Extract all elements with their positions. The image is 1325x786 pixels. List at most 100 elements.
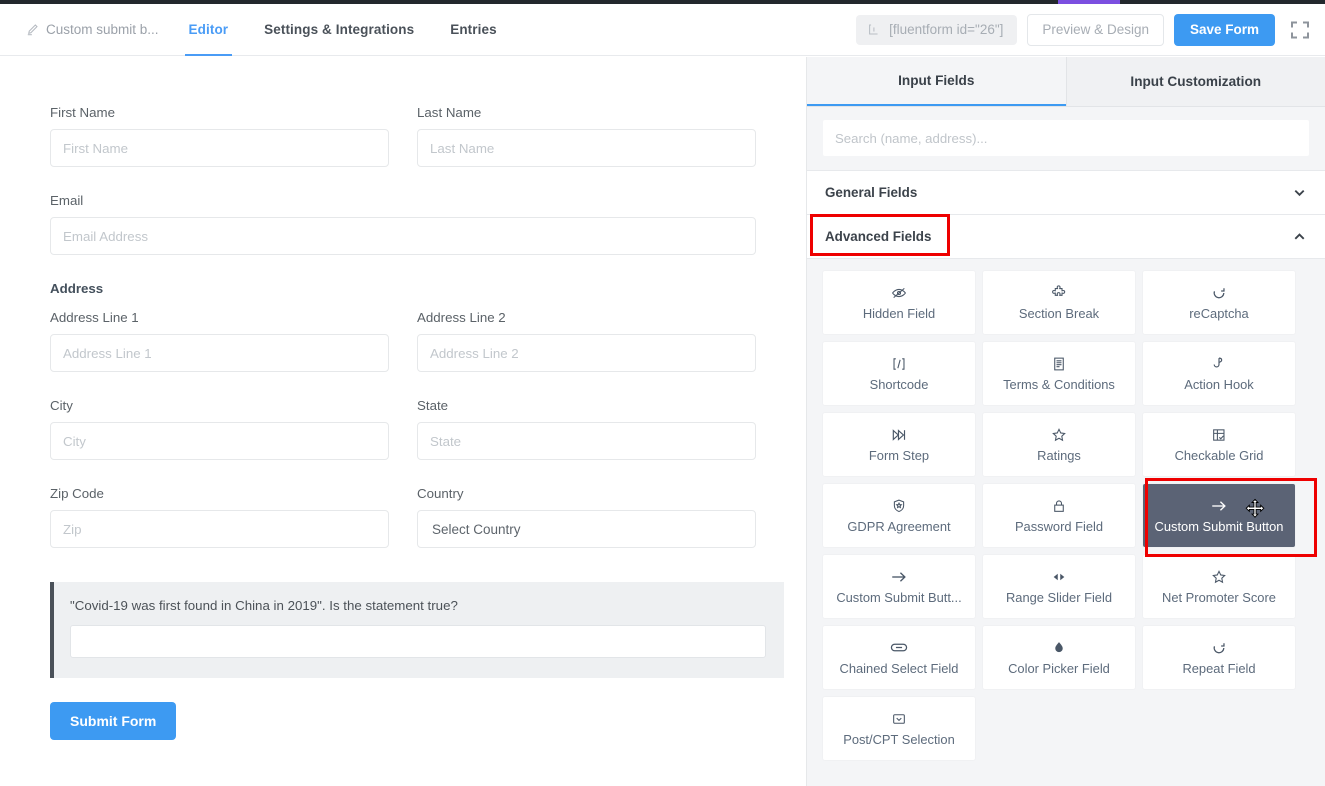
form-canvas: First Name Last Name Email Address Addre… <box>0 57 806 786</box>
form-title-text: Custom submit b... <box>46 22 159 37</box>
shortcode-icon <box>891 356 907 372</box>
field-item-label: Terms & Conditions <box>1003 376 1115 392</box>
chevron-down-icon <box>1292 185 1307 200</box>
recaptcha-icon <box>1211 285 1227 301</box>
first-name-label: First Name <box>50 105 116 120</box>
address-row-2: City State <box>50 398 756 486</box>
field-item-custom-submit-button[interactable]: Custom Submit Butt... <box>823 555 975 618</box>
puzzle-piece-icon <box>1051 284 1067 301</box>
field-item-custom-submit-button-dragging[interactable]: Custom Submit Button <box>1143 484 1295 547</box>
city-input[interactable] <box>50 422 389 460</box>
eye-slash-icon <box>891 285 907 301</box>
field-item-label: Form Step <box>868 447 930 463</box>
last-name-input[interactable] <box>417 129 756 167</box>
zip-code-label: Zip Code <box>50 486 104 501</box>
field-item-password-field[interactable]: Password Field <box>983 484 1135 547</box>
header-right: [fluentform id="26"] Preview & Design Sa… <box>856 13 1325 46</box>
page-load-bar <box>0 0 1325 4</box>
question-block[interactable]: "Covid-19 was first found in China in 20… <box>50 582 784 678</box>
tab-input-fields[interactable]: Input Fields <box>807 57 1066 106</box>
shield-icon <box>891 498 907 514</box>
field-item-chained-select-field[interactable]: Chained Select Field <box>823 626 975 689</box>
submit-form-button[interactable]: Submit Form <box>50 702 177 740</box>
field-item-label: Password Field <box>1014 518 1104 534</box>
tab-editor[interactable]: Editor <box>171 4 247 56</box>
fullscreen-icon[interactable] <box>1289 19 1311 41</box>
tab-settings-integrations[interactable]: Settings & Integrations <box>246 4 432 56</box>
address-line-2-input[interactable] <box>417 334 756 372</box>
country-select[interactable]: Select Country <box>417 510 756 548</box>
state-input[interactable] <box>417 422 756 460</box>
field-item-post-cpt-selection[interactable]: Post/CPT Selection <box>823 697 975 760</box>
field-item-recaptcha[interactable]: reCaptcha <box>1143 271 1295 334</box>
search-input[interactable] <box>823 120 1309 156</box>
field-item-checkable-grid[interactable]: Checkable Grid <box>1143 413 1295 476</box>
name-row: First Name Last Name <box>50 105 756 193</box>
field-item-label: Net Promoter Score <box>1162 589 1276 605</box>
repeat-icon <box>1211 640 1227 656</box>
app-header: Custom submit b... Editor Settings & Int… <box>0 4 1325 56</box>
form-preview: First Name Last Name Email Address Addre… <box>0 57 806 740</box>
pencil-icon <box>26 23 39 36</box>
field-item-label: Repeat Field <box>1182 660 1256 676</box>
country-label: Country <box>417 486 464 501</box>
field-item-section-break[interactable]: Section Break <box>983 271 1135 334</box>
field-item-repeat-field[interactable]: Repeat Field <box>1143 626 1295 689</box>
arrow-right-icon <box>889 569 909 585</box>
form-title[interactable]: Custom submit b... <box>14 22 171 37</box>
tab-entries[interactable]: Entries <box>432 4 514 56</box>
field-item-form-step[interactable]: Form Step <box>823 413 975 476</box>
star-icon <box>1051 427 1067 443</box>
field-item-label: Post/CPT Selection <box>843 731 955 747</box>
field-state: State <box>417 398 756 460</box>
field-item-label: Custom Submit Butt... <box>836 589 962 605</box>
field-address-line-2: Address Line 2 <box>417 310 756 372</box>
preview-design-button[interactable]: Preview & Design <box>1027 13 1164 46</box>
grid-check-icon <box>1211 427 1227 443</box>
field-zip-code: Zip Code <box>50 486 389 548</box>
dropdown-box-icon <box>891 711 907 727</box>
link-icon <box>890 640 908 656</box>
field-item-range-slider-field[interactable]: Range Slider Field <box>983 555 1135 618</box>
shortcode-icon <box>867 23 880 36</box>
advanced-fields-grid: Hidden Field Section Break reCaptcha Sho… <box>807 259 1325 776</box>
tab-entries-label: Entries <box>450 22 497 37</box>
tab-input-customization-label: Input Customization <box>1130 74 1262 89</box>
tab-settings-integrations-label: Settings & Integrations <box>264 22 415 37</box>
app-root: Custom submit b... Editor Settings & Int… <box>0 0 1325 786</box>
email-input[interactable] <box>50 217 756 255</box>
shortcode-text: [fluentform id="26"] <box>889 22 1004 37</box>
shortcode-display[interactable]: [fluentform id="26"] <box>856 14 1018 45</box>
accordion-advanced-fields[interactable]: Advanced Fields <box>807 215 1325 259</box>
first-name-input[interactable] <box>50 129 389 167</box>
document-icon <box>1051 356 1067 372</box>
save-form-button[interactable]: Save Form <box>1173 13 1275 46</box>
zip-code-input[interactable] <box>50 510 389 548</box>
address-row-1: Address Line 1 Address Line 2 <box>50 310 756 398</box>
chevron-up-icon <box>1292 229 1307 244</box>
droplet-icon <box>1051 640 1067 656</box>
field-item-net-promoter-score[interactable]: Net Promoter Score <box>1143 555 1295 618</box>
field-item-action-hook[interactable]: Action Hook <box>1143 342 1295 405</box>
accordion-general-fields[interactable]: General Fields <box>807 171 1325 215</box>
country-select-value: Select Country <box>432 521 521 537</box>
address-line-1-input[interactable] <box>50 334 389 372</box>
city-label: City <box>50 398 73 413</box>
panel-tabs: Input Fields Input Customization <box>807 57 1325 107</box>
field-item-gdpr-agreement[interactable]: GDPR Agreement <box>823 484 975 547</box>
field-item-color-picker-field[interactable]: Color Picker Field <box>983 626 1135 689</box>
question-answer-input[interactable] <box>70 625 766 658</box>
tab-input-customization[interactable]: Input Customization <box>1065 57 1325 106</box>
field-item-shortcode[interactable]: Shortcode <box>823 342 975 405</box>
field-email: Email <box>50 193 756 255</box>
lock-icon <box>1051 498 1067 514</box>
field-address-line-1: Address Line 1 <box>50 310 389 372</box>
field-item-label: Color Picker Field <box>1008 660 1110 676</box>
field-first-name: First Name <box>50 105 389 167</box>
field-item-ratings[interactable]: Ratings <box>983 413 1135 476</box>
field-item-label: Section Break <box>1018 305 1100 321</box>
tab-editor-label: Editor <box>188 22 229 37</box>
field-item-terms-conditions[interactable]: Terms & Conditions <box>983 342 1135 405</box>
field-item-label: Checkable Grid <box>1174 447 1264 463</box>
field-item-hidden-field[interactable]: Hidden Field <box>823 271 975 334</box>
